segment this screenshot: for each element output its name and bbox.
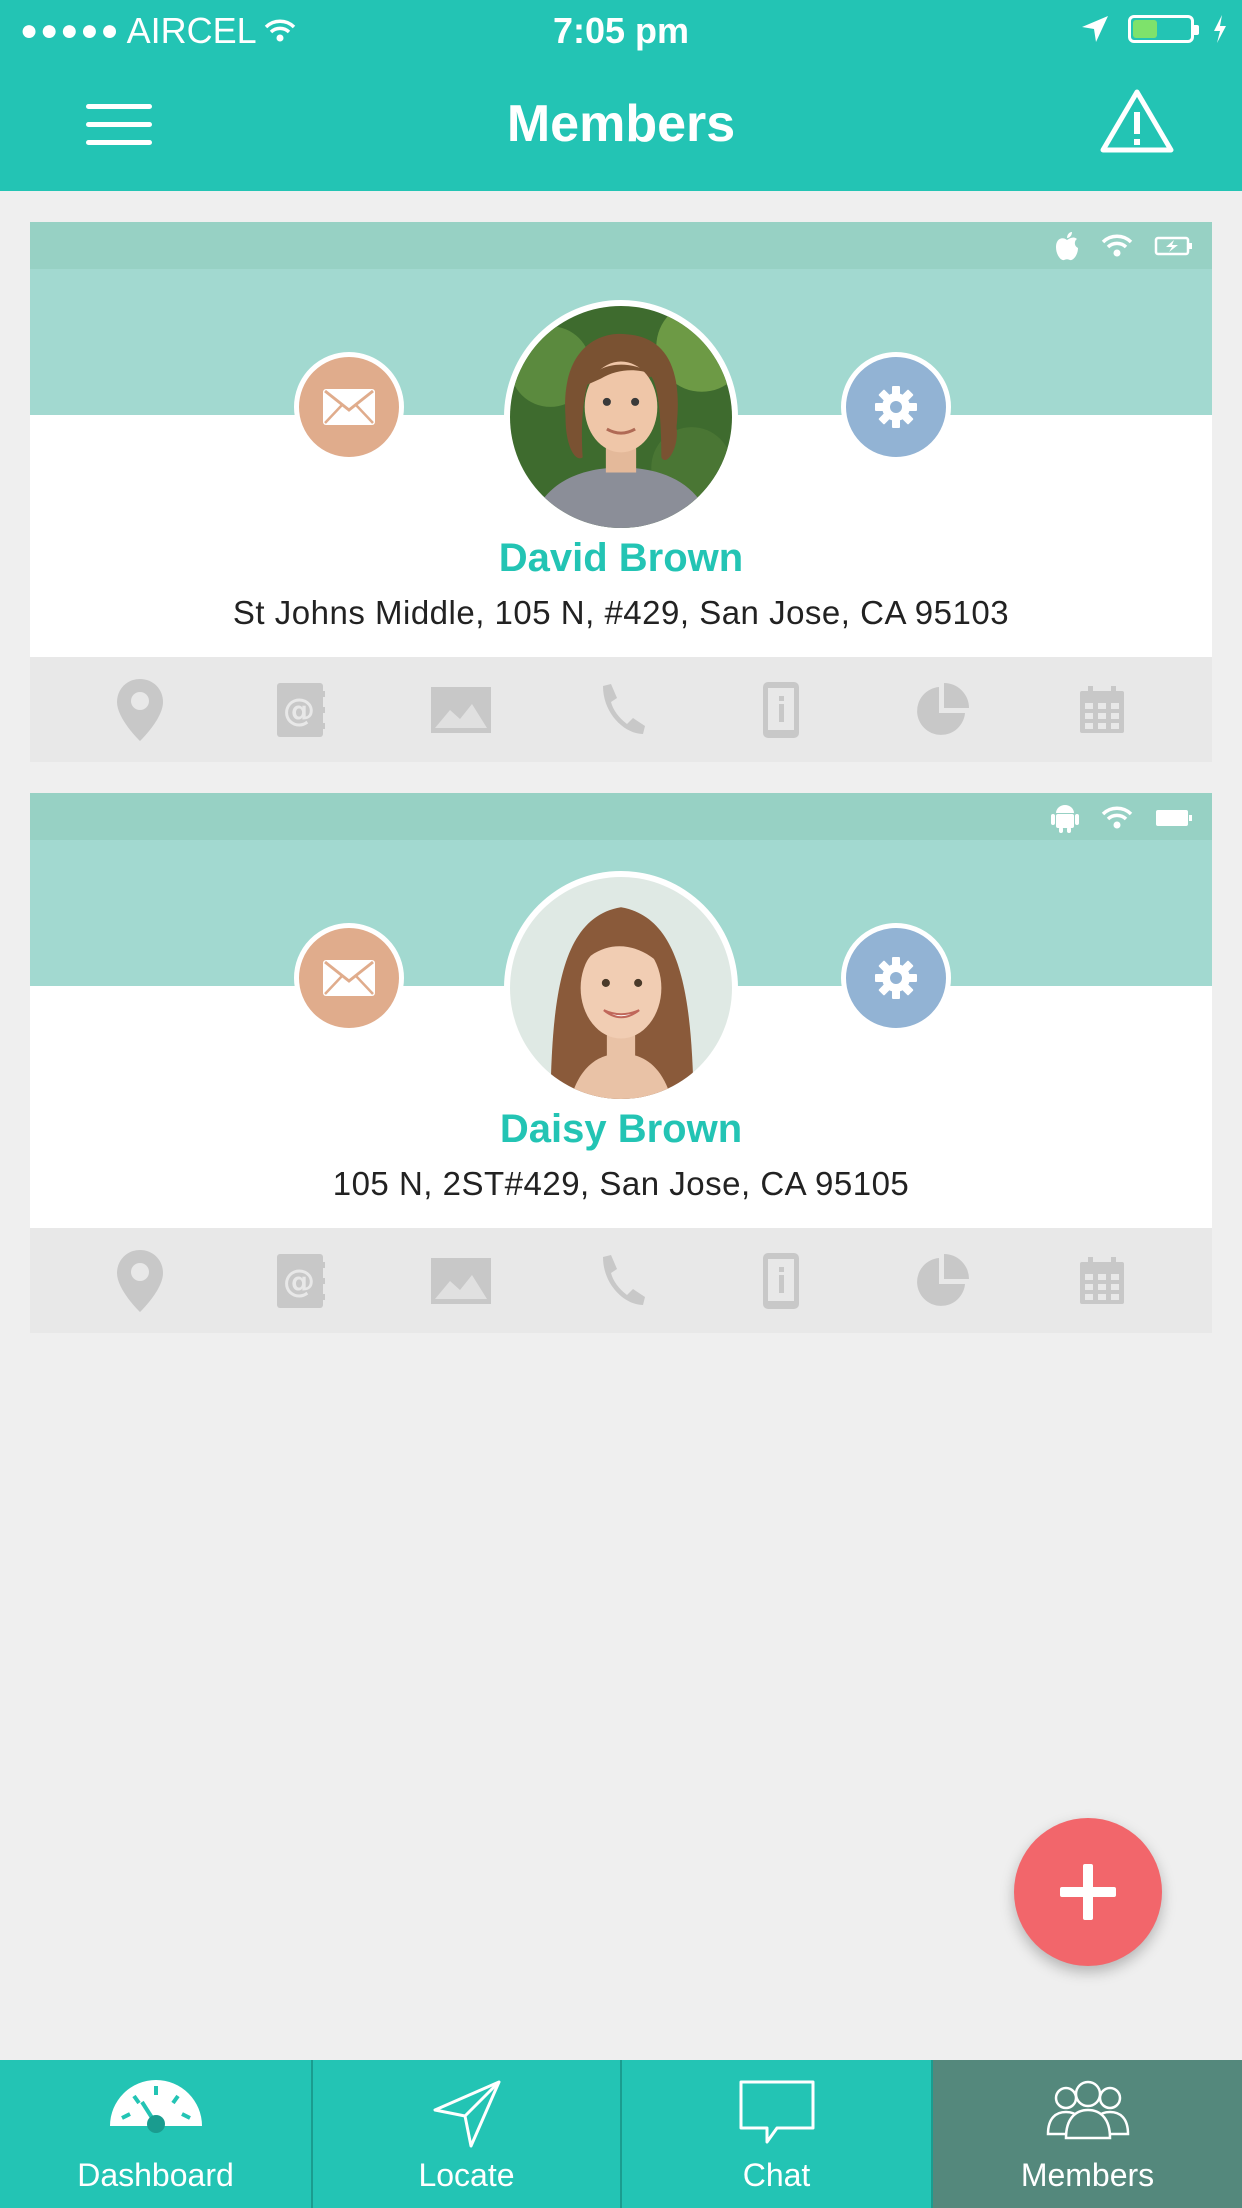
- member-photo: [510, 877, 732, 1099]
- device-info-icon: [763, 1252, 800, 1309]
- calendar-button[interactable]: [1062, 670, 1142, 750]
- chat-icon: [739, 2080, 814, 2144]
- battery-icon: [1128, 15, 1199, 43]
- tab-label: Members: [1020, 2157, 1155, 2193]
- image-icon: [430, 686, 491, 733]
- location-pin-icon: [117, 1249, 164, 1312]
- location-button[interactable]: [100, 1241, 180, 1321]
- tab-dashboard[interactable]: Dashboard: [0, 2060, 311, 2208]
- calendar-button[interactable]: [1062, 1241, 1142, 1321]
- page-title: Members: [506, 95, 736, 153]
- member-address: St Johns Middle, 105 N, #429, San Jose, …: [232, 594, 1010, 631]
- device-info-icon: [763, 681, 800, 738]
- pie-chart-icon: [916, 1253, 969, 1306]
- tab-label: Chat: [742, 2157, 811, 2193]
- members-icon: [1046, 2080, 1129, 2140]
- phone-icon: [602, 683, 645, 734]
- phone-icon: [602, 1254, 645, 1305]
- pie-chart-icon: [916, 682, 969, 735]
- status-time: 7:05 pm: [552, 10, 690, 51]
- settings-button[interactable]: [841, 352, 951, 462]
- member-photo: [510, 300, 748, 528]
- avatar[interactable]: [504, 300, 748, 534]
- calendar-icon: [1079, 1256, 1124, 1304]
- status-bar: ●●●●● AIRCEL 7:05 pm: [0, 0, 1242, 62]
- tab-locate[interactable]: Locate: [311, 2060, 620, 2208]
- member-address: 105 N, 2ST#429, San Jose, CA 95105: [332, 1165, 910, 1202]
- locate-icon: [433, 2080, 500, 2148]
- member-actions: @: [30, 657, 1212, 762]
- tab-label: Dashboard: [77, 2157, 234, 2193]
- dashboard-icon: [109, 2080, 202, 2133]
- add-member-button[interactable]: [1014, 1818, 1162, 1966]
- tab-chat[interactable]: Chat: [620, 2060, 931, 2208]
- tab-label: Locate: [418, 2157, 515, 2193]
- battery-full-icon: [1156, 810, 1192, 826]
- contacts-button[interactable]: @: [260, 670, 340, 750]
- member-actions: @: [30, 1228, 1212, 1333]
- member-card[interactable]: Daisy Brown 105 N, 2ST#429, San Jose, CA…: [30, 793, 1212, 1333]
- calendar-icon: [1079, 685, 1124, 733]
- status-right: [1080, 14, 1228, 44]
- device-info-button[interactable]: [741, 1241, 821, 1321]
- photos-button[interactable]: [421, 670, 501, 750]
- settings-button[interactable]: [841, 923, 951, 1033]
- device-status-strip: [30, 793, 1212, 840]
- contacts-button[interactable]: @: [260, 1241, 340, 1321]
- battery-charging-icon: [1154, 236, 1192, 256]
- location-pin-icon: [117, 678, 164, 741]
- call-button[interactable]: [581, 1241, 661, 1321]
- member-card[interactable]: David Brown St Johns Middle, 105 N, #429…: [30, 222, 1212, 762]
- location-arrow-icon: [1082, 16, 1108, 42]
- apple-icon: [1056, 232, 1078, 261]
- image-icon: [430, 1257, 491, 1304]
- reports-button[interactable]: [902, 670, 982, 750]
- mail-icon: [323, 960, 375, 996]
- plus-icon: [1060, 1864, 1116, 1920]
- avatar[interactable]: [504, 871, 738, 1105]
- svg-text:@: @: [283, 691, 315, 729]
- location-button[interactable]: [100, 670, 180, 750]
- tab-members[interactable]: Members: [931, 2060, 1242, 2208]
- member-name: Daisy Brown: [499, 1107, 743, 1151]
- message-button[interactable]: [294, 352, 404, 462]
- android-icon: [1051, 805, 1079, 833]
- mail-icon: [323, 389, 375, 425]
- member-name: David Brown: [498, 536, 744, 580]
- svg-text:@: @: [283, 1262, 315, 1300]
- gear-icon: [875, 386, 917, 428]
- device-status-strip: [30, 222, 1212, 269]
- reports-button[interactable]: [902, 1241, 982, 1321]
- tab-bar: Dashboard Locate Chat Members: [0, 2060, 1242, 2208]
- gear-icon: [875, 957, 917, 999]
- call-button[interactable]: [581, 670, 661, 750]
- wifi-icon: [1101, 234, 1133, 257]
- message-button[interactable]: [294, 923, 404, 1033]
- top-bar: ●●●●● AIRCEL 7:05 pm Members: [0, 0, 1242, 191]
- address-book-icon: @: [277, 1253, 326, 1308]
- device-info-button[interactable]: [741, 670, 821, 750]
- charging-icon: [1214, 15, 1226, 43]
- photos-button[interactable]: [421, 1241, 501, 1321]
- wifi-icon: [1101, 806, 1133, 829]
- address-book-icon: @: [277, 682, 326, 737]
- alert-icon[interactable]: [1100, 88, 1174, 154]
